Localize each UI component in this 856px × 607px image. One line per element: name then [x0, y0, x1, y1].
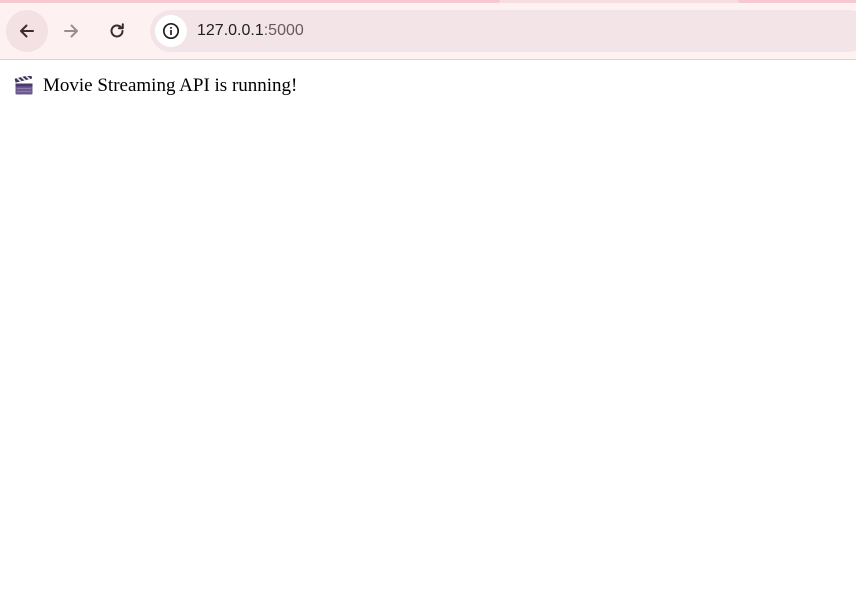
arrow-right-icon: [64, 24, 78, 38]
url-text[interactable]: 127.0.0.1:5000: [197, 21, 304, 41]
status-message: Movie Streaming API is running!: [43, 75, 298, 96]
tab-strip-segment: [738, 0, 856, 3]
forward-button[interactable]: [50, 10, 92, 52]
browser-toolbar: 127.0.0.1:5000: [0, 0, 856, 60]
clapper-board-icon: [14, 76, 33, 95]
arrow-left-icon: [20, 24, 34, 38]
site-info-button[interactable]: [155, 15, 187, 47]
back-button[interactable]: [6, 10, 48, 52]
reload-icon: [110, 23, 124, 38]
url-host: 127.0.0.1: [197, 22, 264, 39]
tab-strip-segment: [0, 0, 500, 3]
info-circle-icon: [162, 22, 180, 40]
reload-button[interactable]: [96, 10, 138, 52]
address-bar[interactable]: 127.0.0.1:5000: [150, 10, 856, 52]
page-body: Movie Streaming API is running!: [14, 74, 297, 98]
tab-strip: [0, 0, 856, 3]
url-port: :5000: [263, 22, 304, 39]
